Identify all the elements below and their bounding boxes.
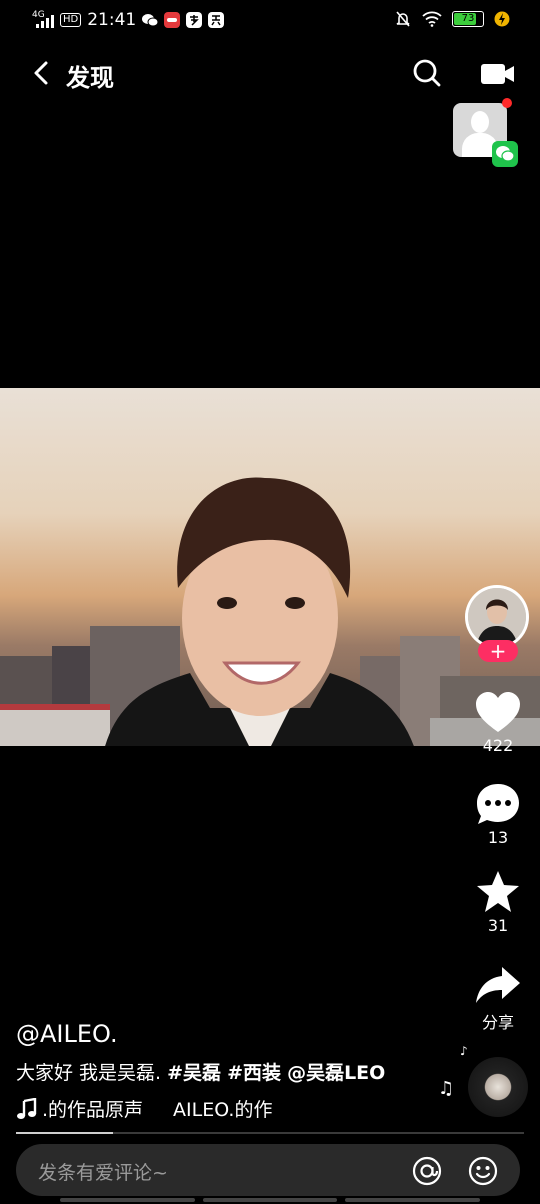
- music-note-icon: [17, 1097, 37, 1119]
- share-arrow-icon: [476, 967, 520, 1003]
- hd-badge: HD: [60, 13, 82, 27]
- battery-level: 73: [461, 13, 475, 24]
- comment-count: 13: [487, 828, 509, 847]
- star-icon: [477, 871, 519, 912]
- status-time: 21:41: [87, 10, 137, 30]
- music-disc[interactable]: [468, 1057, 528, 1117]
- xiu-notification-icon: [208, 12, 225, 28]
- video-description: 大家好 我是吴磊. #吴磊 #西装 @吴磊LEO: [16, 1058, 446, 1085]
- page-title: 发现: [66, 64, 114, 92]
- battery-icon: 73: [452, 11, 484, 27]
- like-button[interactable]: 422: [466, 690, 530, 755]
- like-count: 422: [482, 736, 514, 755]
- video-frame[interactable]: [0, 388, 540, 746]
- search-icon[interactable]: [412, 58, 442, 88]
- top-bar: 发现: [0, 52, 540, 96]
- hashtag-link[interactable]: #西装: [227, 1062, 281, 1084]
- comment-button[interactable]: 13: [466, 782, 530, 847]
- description-text: 大家好 我是吴磊.: [16, 1062, 162, 1084]
- signal-icon: 4G: [32, 10, 54, 28]
- share-label: 分享: [481, 1013, 514, 1032]
- bottom-indicator: [60, 1198, 481, 1202]
- music-info[interactable]: .的作品原声 AILEO.的作: [16, 1095, 446, 1122]
- status-right: 73: [394, 10, 510, 28]
- emoji-icon[interactable]: [468, 1156, 498, 1186]
- charging-icon: [494, 11, 510, 27]
- alipay-notification-icon: [186, 12, 203, 28]
- heart-icon: [476, 692, 520, 732]
- creator-photo: [468, 588, 526, 646]
- video-camera-icon[interactable]: [480, 62, 516, 86]
- wifi-icon: [422, 11, 442, 27]
- favorite-count: 31: [487, 916, 509, 935]
- music-title: .的作品原声: [42, 1099, 144, 1121]
- floating-music-note-icon: ♪: [460, 1044, 468, 1058]
- video-progress-bar[interactable]: [16, 1132, 524, 1134]
- unread-dot: [502, 98, 512, 108]
- video-caption: @AILEO. 大家好 我是吴磊. #吴磊 #西装 @吴磊LEO .的作品原声 …: [16, 1020, 446, 1122]
- video-progress-fill: [16, 1132, 113, 1134]
- wechat-notification-icon: [142, 12, 159, 28]
- avatar-placeholder-icon: [471, 111, 489, 133]
- jd-notification-icon: [164, 12, 181, 28]
- wechat-icon: [492, 141, 518, 167]
- music-title-scroll: AILEO.的作: [173, 1099, 273, 1121]
- comment-icon: [477, 784, 519, 824]
- follow-button[interactable]: +: [478, 640, 518, 662]
- person-figure: [105, 477, 414, 746]
- back-icon[interactable]: [28, 58, 56, 88]
- share-button[interactable]: 分享: [466, 963, 530, 1033]
- mute-icon: [396, 11, 410, 27]
- at-mention-icon[interactable]: [412, 1156, 442, 1186]
- mention-link[interactable]: @吴磊LEO: [287, 1062, 385, 1084]
- status-left: 4G HD 21:41: [32, 10, 225, 30]
- author-name[interactable]: @AILEO.: [16, 1020, 446, 1048]
- comment-placeholder: 发条有爱评论~: [38, 1162, 168, 1184]
- hashtag-link[interactable]: #吴磊: [167, 1062, 221, 1084]
- comment-input[interactable]: 发条有爱评论~: [16, 1144, 520, 1196]
- status-bar: 4G HD 21:41 73: [0, 0, 540, 40]
- floating-music-note-icon: ♫: [438, 1078, 455, 1099]
- favorite-button[interactable]: 31: [466, 870, 530, 935]
